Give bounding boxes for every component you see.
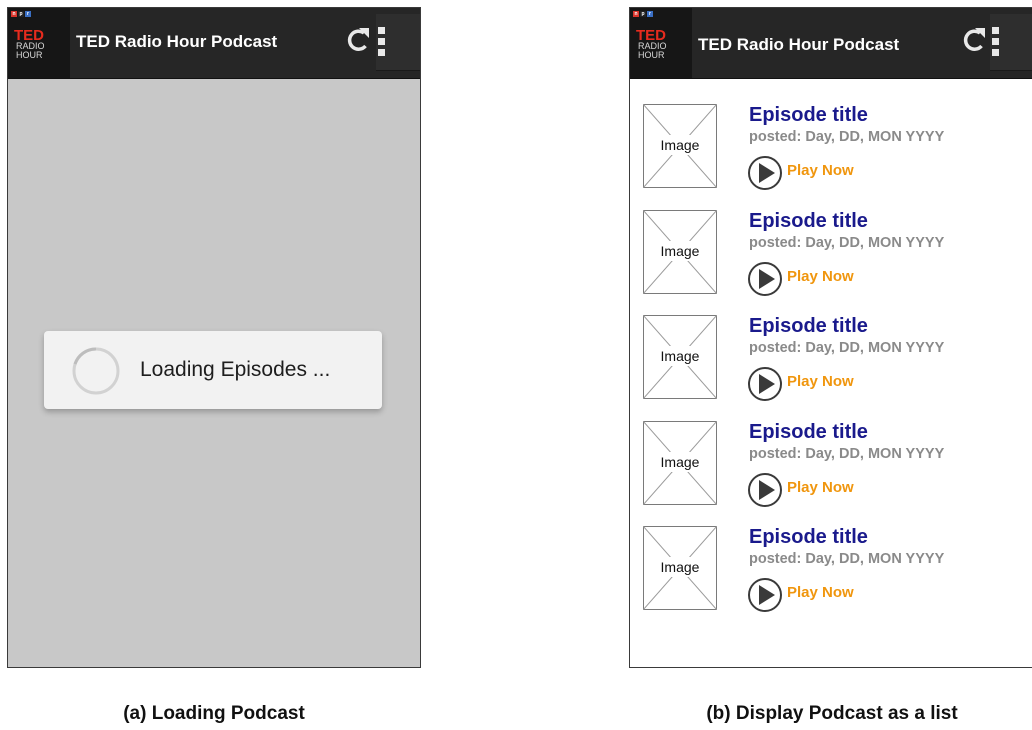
episode-list-screen: n p r TED RADIO HOUR TED Radio Hour Podc… — [629, 7, 1032, 668]
overflow-dot — [378, 49, 385, 56]
episode-title[interactable]: Episode title — [749, 315, 868, 338]
episode-title[interactable]: Episode title — [749, 421, 868, 444]
overflow-dot — [992, 49, 999, 56]
spinner-icon — [72, 347, 120, 395]
npr-logo: n p r — [11, 11, 31, 17]
overflow-menu-icon[interactable] — [990, 14, 1032, 71]
app-logo[interactable]: n p r TED RADIO HOUR — [8, 8, 70, 78]
overflow-dot — [378, 38, 385, 45]
play-now-button[interactable]: Play Now — [787, 162, 854, 179]
thumbnail-label: Image — [660, 242, 700, 259]
refresh-icon[interactable] — [958, 24, 988, 58]
overflow-dot — [992, 27, 999, 34]
play-now-button[interactable]: Play Now — [787, 479, 854, 496]
play-now-button[interactable]: Play Now — [787, 373, 854, 390]
episode-list-item[interactable]: Image Episode title posted: Day, DD, MON… — [630, 526, 1032, 626]
overflow-dot — [992, 38, 999, 45]
episode-list-item[interactable]: Image Episode title posted: Day, DD, MON… — [630, 315, 1032, 415]
thumbnail-label: Image — [660, 453, 700, 470]
episode-list-item[interactable]: Image Episode title posted: Day, DD, MON… — [630, 104, 1032, 204]
play-circle-icon[interactable] — [745, 577, 785, 613]
episode-list-item[interactable]: Image Episode title posted: Day, DD, MON… — [630, 420, 1032, 521]
logo-hour: HOUR — [16, 50, 43, 60]
loading-dialog: Loading Episodes ... — [44, 331, 382, 409]
logo-hour: HOUR — [638, 50, 665, 60]
app-logo[interactable]: n p r TED RADIO HOUR — [630, 8, 692, 78]
thumbnail-label: Image — [660, 559, 700, 575]
loading-screen: n p r TED RADIO HOUR TED Radio Hour Podc… — [7, 7, 421, 668]
app-title: TED Radio Hour Podcast — [698, 35, 900, 54]
app-title: TED Radio Hour Podcast — [76, 32, 278, 51]
npr-letter: r — [647, 11, 653, 17]
caption-loading-podcast: (a) Loading Podcast — [123, 703, 305, 724]
episode-title[interactable]: Episode title — [749, 210, 868, 233]
play-circle-icon[interactable] — [745, 261, 785, 297]
play-circle-icon[interactable] — [745, 155, 785, 191]
play-circle-icon[interactable] — [745, 366, 785, 402]
npr-letter: p — [18, 11, 24, 17]
thumbnail-label: Image — [660, 348, 700, 364]
logo-radio-hour: RADIO HOUR — [16, 42, 56, 60]
refresh-icon[interactable] — [342, 24, 372, 58]
action-bar: n p r TED RADIO HOUR TED Radio Hour Podc… — [8, 8, 420, 79]
thumbnail-label: Image — [660, 137, 700, 153]
play-circle-icon[interactable] — [745, 472, 785, 508]
caption-display-podcast-list: (b) Display Podcast as a list — [706, 703, 958, 724]
overflow-menu-icon[interactable] — [376, 14, 420, 71]
play-now-button[interactable]: Play Now — [787, 268, 854, 285]
episode-posted-date: posted: Day, DD, MON YYYY — [749, 129, 945, 145]
npr-letter: n — [633, 11, 639, 17]
episode-posted-date: posted: Day, DD, MON YYYY — [749, 234, 945, 251]
episode-posted-date: posted: Day, DD, MON YYYY — [749, 551, 945, 567]
npr-letter: p — [640, 11, 646, 17]
episode-title[interactable]: Episode title — [749, 526, 868, 549]
npr-letter: n — [11, 11, 17, 17]
episode-title[interactable]: Episode title — [749, 104, 868, 127]
action-bar: n p r TED RADIO HOUR TED Radio Hour Podc… — [630, 8, 1032, 79]
episode-posted-date: posted: Day, DD, MON YYYY — [749, 445, 945, 462]
npr-logo: n p r — [633, 11, 653, 17]
logo-radio-hour: RADIO HOUR — [638, 42, 678, 60]
episode-posted-date: posted: Day, DD, MON YYYY — [749, 340, 945, 356]
loading-text: Loading Episodes ... — [140, 358, 331, 381]
overflow-dot — [378, 27, 385, 34]
play-now-button[interactable]: Play Now — [787, 584, 854, 601]
npr-letter: r — [25, 11, 31, 17]
episode-list-item[interactable]: Image Episode title posted: Day, DD, MON… — [630, 209, 1032, 310]
